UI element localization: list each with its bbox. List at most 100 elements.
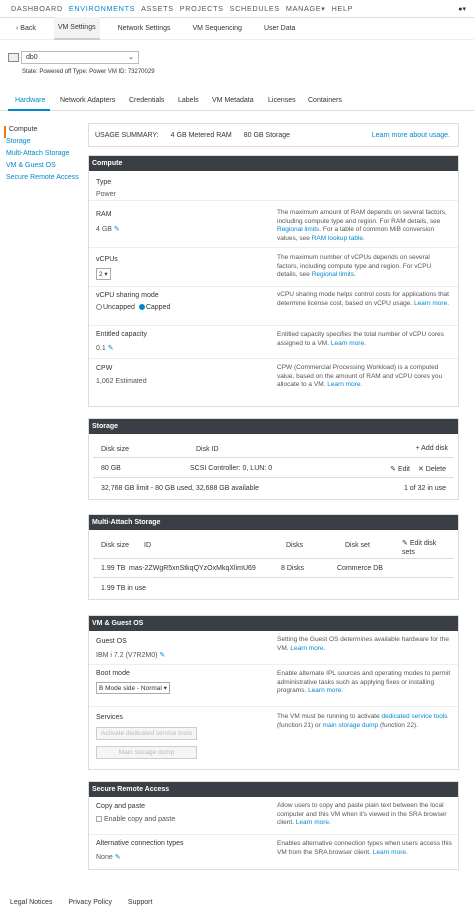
user-icon[interactable]: ●▾ xyxy=(458,5,466,13)
nav-assets[interactable]: ASSETS xyxy=(141,4,174,13)
copy-paste-checkbox[interactable] xyxy=(96,816,102,823)
nav-environments[interactable]: ENVIRONMENTS xyxy=(69,4,135,13)
guest-os-value: IBM i 7.2 (V7R2M0) ✎ xyxy=(96,652,166,659)
compute-title: Compute xyxy=(89,156,458,171)
support-link[interactable]: Support xyxy=(128,899,153,906)
tab-containers[interactable]: Containers xyxy=(308,97,342,104)
tab-vm-metadata[interactable]: VM Metadata xyxy=(212,97,254,104)
ram-lookup-link[interactable]: RAM lookup table xyxy=(312,235,363,242)
multi-size-value: 1.99 TB xyxy=(101,565,126,572)
vcpu-select[interactable]: 2 ▾ xyxy=(96,268,111,280)
disk-id-header: Disk ID xyxy=(196,446,219,453)
nav-help[interactable]: HELP xyxy=(332,4,354,13)
nav-dashboard[interactable]: DASHBOARD xyxy=(11,4,63,13)
close-icon: ✕ xyxy=(417,466,424,473)
ram-value: 4 GB ✎ xyxy=(96,226,120,233)
sidebar-item-sra[interactable]: Secure Remote Access xyxy=(6,174,79,186)
copy-paste-label: Copy and paste xyxy=(96,803,146,810)
multi-set-header: Disk set xyxy=(345,542,370,549)
subnav-user-data[interactable]: User Data xyxy=(260,18,300,39)
vcpu-label: vCPUs xyxy=(96,256,118,263)
type-value: Power xyxy=(96,191,116,198)
pencil-icon: ✎ xyxy=(390,466,396,473)
subnav-vm-sequencing[interactable]: VM Sequencing xyxy=(189,18,246,39)
multi-in-use: 1.99 TB in use xyxy=(101,585,147,592)
copy-paste-row: Copy and paste Enable copy and paste All… xyxy=(89,797,458,835)
multi-size-header: Disk size xyxy=(101,542,130,549)
privacy-policy-link[interactable]: Privacy Policy xyxy=(68,899,112,906)
usage-learn-more-link[interactable]: Learn more about usage. xyxy=(372,132,450,139)
tab-network-adapters[interactable]: Network Adapters xyxy=(60,97,115,104)
nav-projects[interactable]: PROJECTS xyxy=(180,4,224,13)
edit-disk-button[interactable]: ✎ Edit xyxy=(390,465,410,473)
subnav-network-settings[interactable]: Network Settings xyxy=(114,18,175,39)
ram-description: The maximum amount of RAM depends on sev… xyxy=(277,209,447,242)
cpw-learn-more-link[interactable]: Learn more. xyxy=(327,381,362,388)
sharing-description: vCPU sharing mode helps control costs fo… xyxy=(277,291,449,307)
service-tools-link[interactable]: dedicated service tools xyxy=(381,713,447,720)
boot-mode-select[interactable]: B Mode side - Normal ▾ xyxy=(96,682,170,694)
nav-schedules[interactable]: SCHEDULES xyxy=(230,4,280,13)
sharing-label: vCPU sharing mode xyxy=(96,292,159,299)
storage-dump-link[interactable]: main storage dump xyxy=(323,722,379,729)
edit-disk-sets-button[interactable]: ✎ Edit disk sets xyxy=(402,539,446,557)
sidebar-item-guest-os[interactable]: VM & Guest OS xyxy=(6,162,79,174)
boot-mode-label: Boot mode xyxy=(96,670,130,677)
sharing-learn-more-link[interactable]: Learn more. xyxy=(414,300,449,307)
guest-os-row: Guest OS IBM i 7.2 (V7R2M0) ✎ Setting th… xyxy=(89,631,458,665)
cpw-row: CPW 1,062 Estimated CPW (Commercial Proc… xyxy=(89,359,458,406)
storage-limit: 32,768 GB limit - 80 GB used, 32,688 GB … xyxy=(101,485,259,492)
pencil-icon[interactable]: ✎ xyxy=(115,854,121,861)
storage-title: Storage xyxy=(89,419,458,434)
regional-limits-link[interactable]: Regional limits xyxy=(277,226,319,233)
alt-connection-learn-more-link[interactable]: Learn more. xyxy=(373,849,408,856)
type-row: Type Power xyxy=(89,171,458,201)
guest-os-title: VM & Guest OS xyxy=(89,616,458,631)
divider xyxy=(93,457,454,458)
pencil-icon[interactable]: ✎ xyxy=(114,226,120,233)
entitled-value: 0.1 ✎ xyxy=(96,345,114,352)
uncapped-radio[interactable] xyxy=(96,304,102,311)
vcpu-regional-limits-link[interactable]: Regional limits xyxy=(312,271,354,278)
vm-icon xyxy=(8,53,19,62)
usage-label: USAGE SUMMARY: xyxy=(95,131,159,139)
main-storage-dump-button[interactable]: Main storage dump xyxy=(96,746,197,759)
sidebar-item-multi-attach[interactable]: Multi-Attach Storage xyxy=(6,150,79,162)
sidebar-item-compute[interactable]: Compute xyxy=(4,126,79,138)
pencil-icon[interactable]: ✎ xyxy=(159,652,165,659)
entitled-learn-more-link[interactable]: Learn more. xyxy=(331,340,366,347)
tab-labels[interactable]: Labels xyxy=(178,97,199,104)
add-disk-button[interactable]: + Add disk xyxy=(416,445,449,452)
cpw-label: CPW xyxy=(96,365,113,372)
pencil-icon: ✎ xyxy=(402,540,408,547)
delete-disk-button[interactable]: ✕ Delete xyxy=(418,465,446,473)
tab-credentials[interactable]: Credentials xyxy=(129,97,164,104)
boot-mode-description: Enable alternate IPL sources and operati… xyxy=(277,670,451,694)
legal-notices-link[interactable]: Legal Notices xyxy=(10,899,52,906)
back-link[interactable]: ‹ Back xyxy=(12,18,40,39)
multi-attach-title: Multi-Attach Storage xyxy=(89,515,458,530)
entitled-description: Entitled capacity specifies the total nu… xyxy=(277,331,444,347)
copy-paste-learn-more-link[interactable]: Learn more. xyxy=(296,819,331,826)
ram-label: RAM xyxy=(96,211,112,218)
capped-radio[interactable] xyxy=(138,304,145,311)
alt-connection-value: None ✎ xyxy=(96,854,121,861)
guest-os-learn-more-link[interactable]: Learn more. xyxy=(290,645,325,652)
chevron-down-icon: ⌄ xyxy=(128,54,134,61)
subnav-vm-settings[interactable]: VM Settings xyxy=(53,17,100,40)
multi-disks-value: 8 Disks xyxy=(281,565,304,572)
compute-panel: Compute Type Power RAM 4 GB ✎ The maximu… xyxy=(88,155,459,407)
alt-connection-label: Alternative connection types xyxy=(96,840,184,847)
nav-manage[interactable]: MANAGE▾ xyxy=(286,4,326,13)
vm-select[interactable]: db0 ⌄ xyxy=(21,51,139,64)
activate-service-tools-button[interactable]: Activate dedicated service tools xyxy=(96,727,197,740)
cpw-value: 1,062 Estimated xyxy=(96,378,147,385)
tab-hardware[interactable]: Hardware xyxy=(15,97,45,104)
sra-title: Secure Remote Access xyxy=(89,782,458,797)
copy-paste-option: Enable copy and paste xyxy=(96,816,175,823)
sidebar-item-storage[interactable]: Storage xyxy=(6,138,79,150)
tab-licenses[interactable]: Licenses xyxy=(268,97,296,104)
boot-learn-more-link[interactable]: Learn more. xyxy=(308,687,343,694)
pencil-icon[interactable]: ✎ xyxy=(108,345,114,352)
cpw-description: CPW (Commercial Processing Workload) is … xyxy=(277,364,443,388)
